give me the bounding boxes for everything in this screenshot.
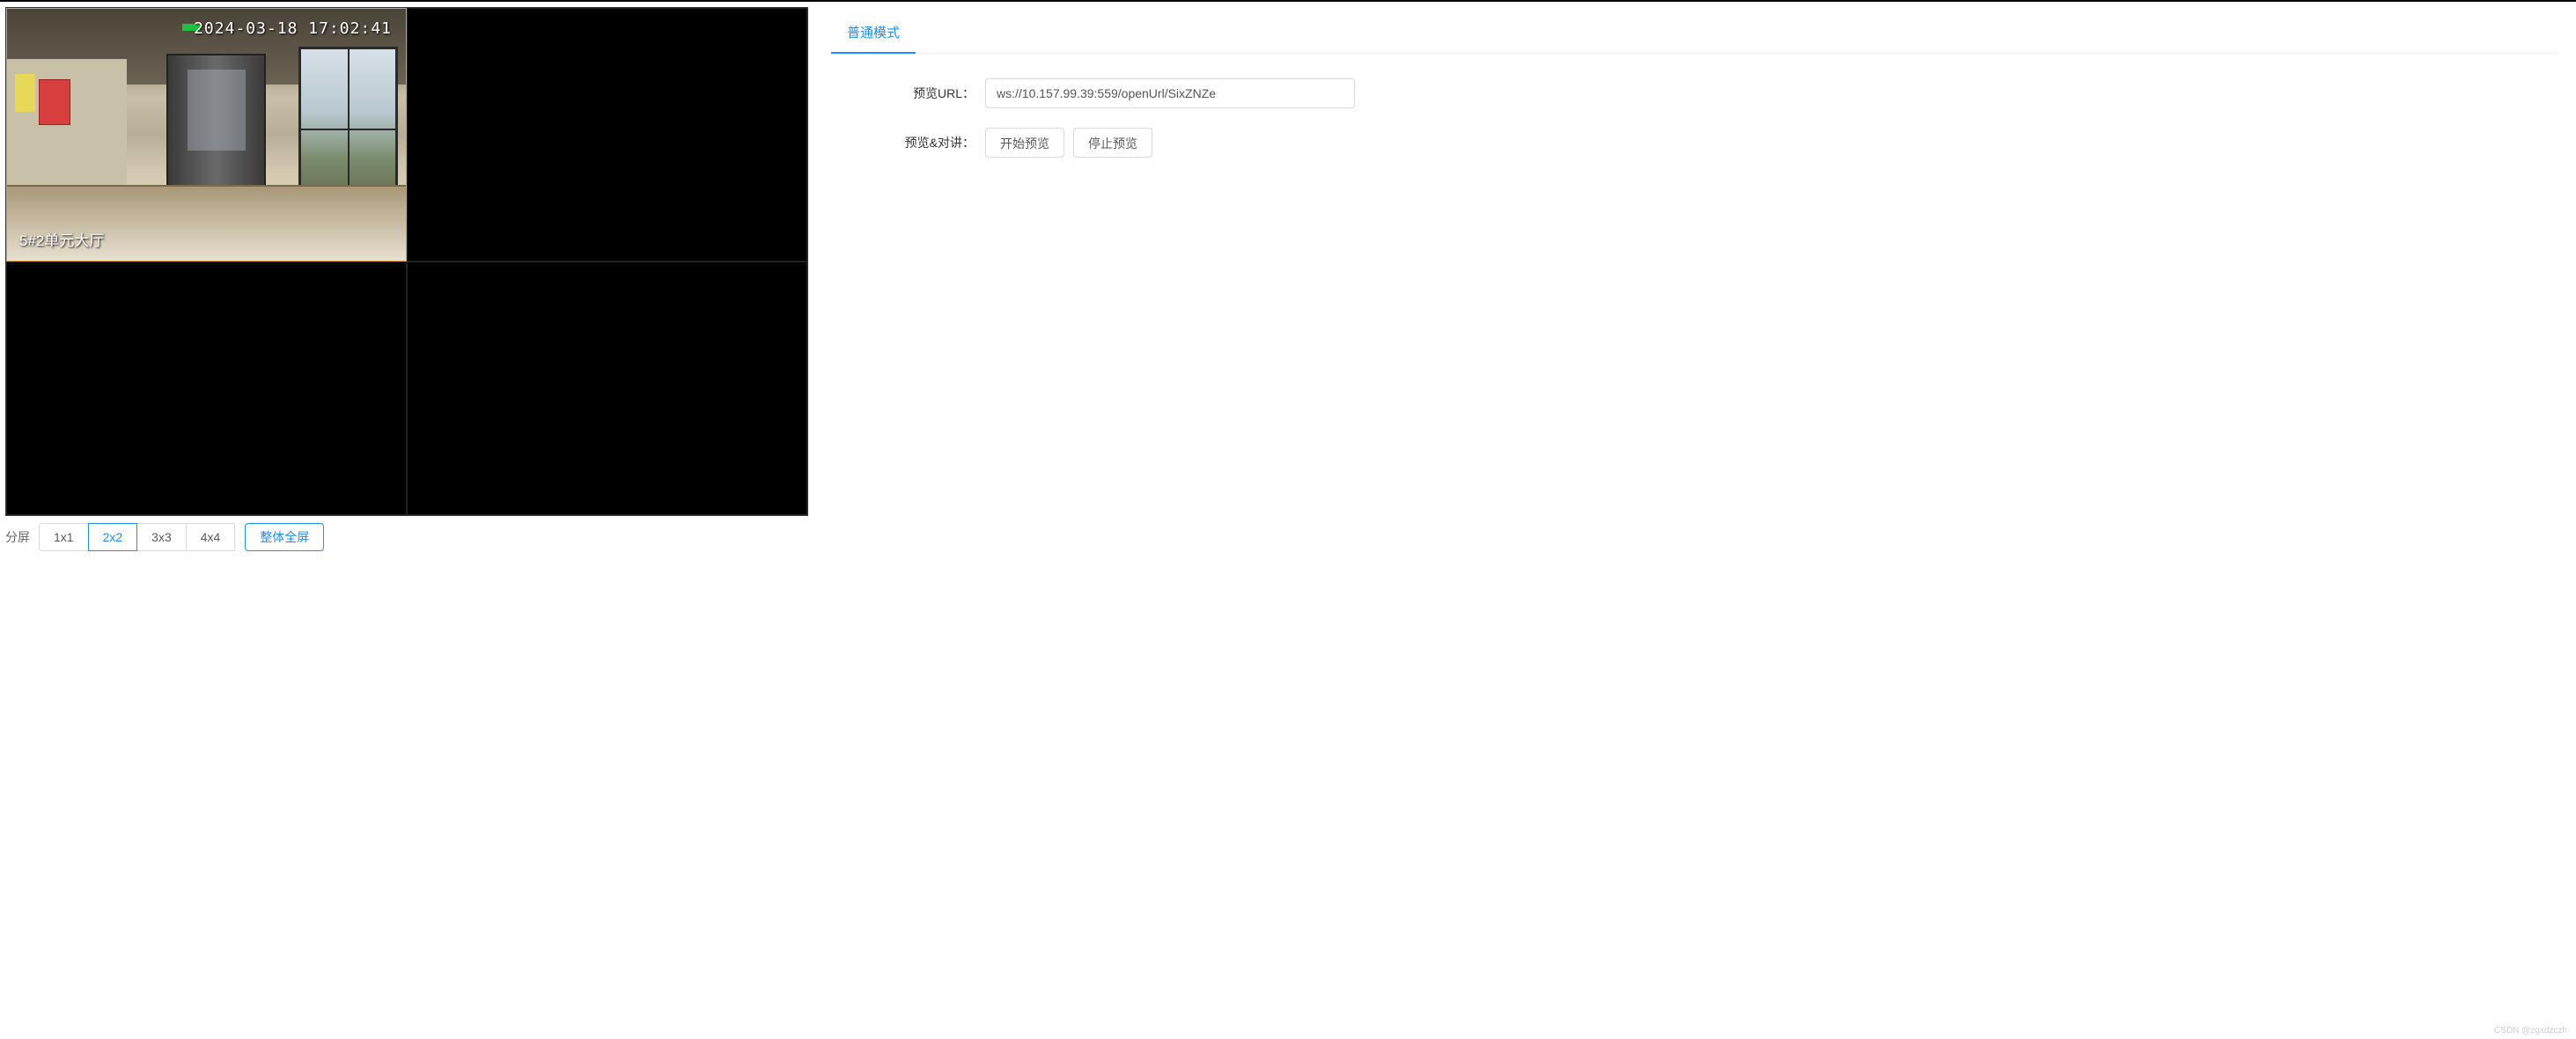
video-timestamp: 2024-03-18 17:02:41 bbox=[194, 19, 392, 38]
layout-4x4-button[interactable]: 4x4 bbox=[186, 523, 236, 551]
watermark: CSDN @zgxdzczh bbox=[2494, 1026, 2567, 1035]
url-row: 预览URL： bbox=[831, 78, 2558, 108]
layout-controls: 分屏 1x1 2x2 3x3 4x4 整体全屏 bbox=[5, 523, 808, 551]
video-grid: 2024-03-18 17:02:41 5#2单元大厅 bbox=[5, 7, 808, 516]
tab-bar: 普通模式 bbox=[831, 12, 2558, 54]
video-cell-2[interactable] bbox=[407, 8, 807, 262]
preview-url-input[interactable] bbox=[985, 78, 1355, 108]
start-preview-button[interactable]: 开始预览 bbox=[985, 128, 1064, 158]
video-panel: 2024-03-18 17:02:41 5#2单元大厅 分屏 1x1 2x2 3… bbox=[0, 2, 813, 556]
settings-panel: 普通模式 预览URL： 预览&对讲： 开始预览 停止预览 bbox=[813, 2, 2576, 556]
video-cell-3[interactable] bbox=[6, 262, 407, 515]
video-camera-label: 5#2单元大厅 bbox=[19, 228, 104, 250]
preview-talk-row: 预览&对讲： 开始预览 停止预览 bbox=[831, 128, 2558, 158]
tab-normal-mode[interactable]: 普通模式 bbox=[831, 12, 916, 54]
fullscreen-button[interactable]: 整体全屏 bbox=[245, 523, 324, 551]
layout-2x2-button[interactable]: 2x2 bbox=[88, 523, 138, 551]
url-label: 预览URL： bbox=[831, 85, 985, 102]
camera-feed bbox=[7, 9, 406, 261]
stop-preview-button[interactable]: 停止预览 bbox=[1073, 128, 1152, 158]
split-label: 分屏 bbox=[5, 528, 30, 546]
layout-1x1-button[interactable]: 1x1 bbox=[39, 523, 89, 551]
video-cell-1[interactable]: 2024-03-18 17:02:41 5#2单元大厅 bbox=[6, 8, 407, 262]
preview-talk-label: 预览&对讲： bbox=[831, 134, 985, 151]
video-cell-4[interactable] bbox=[407, 262, 807, 515]
layout-3x3-button[interactable]: 3x3 bbox=[136, 523, 187, 551]
